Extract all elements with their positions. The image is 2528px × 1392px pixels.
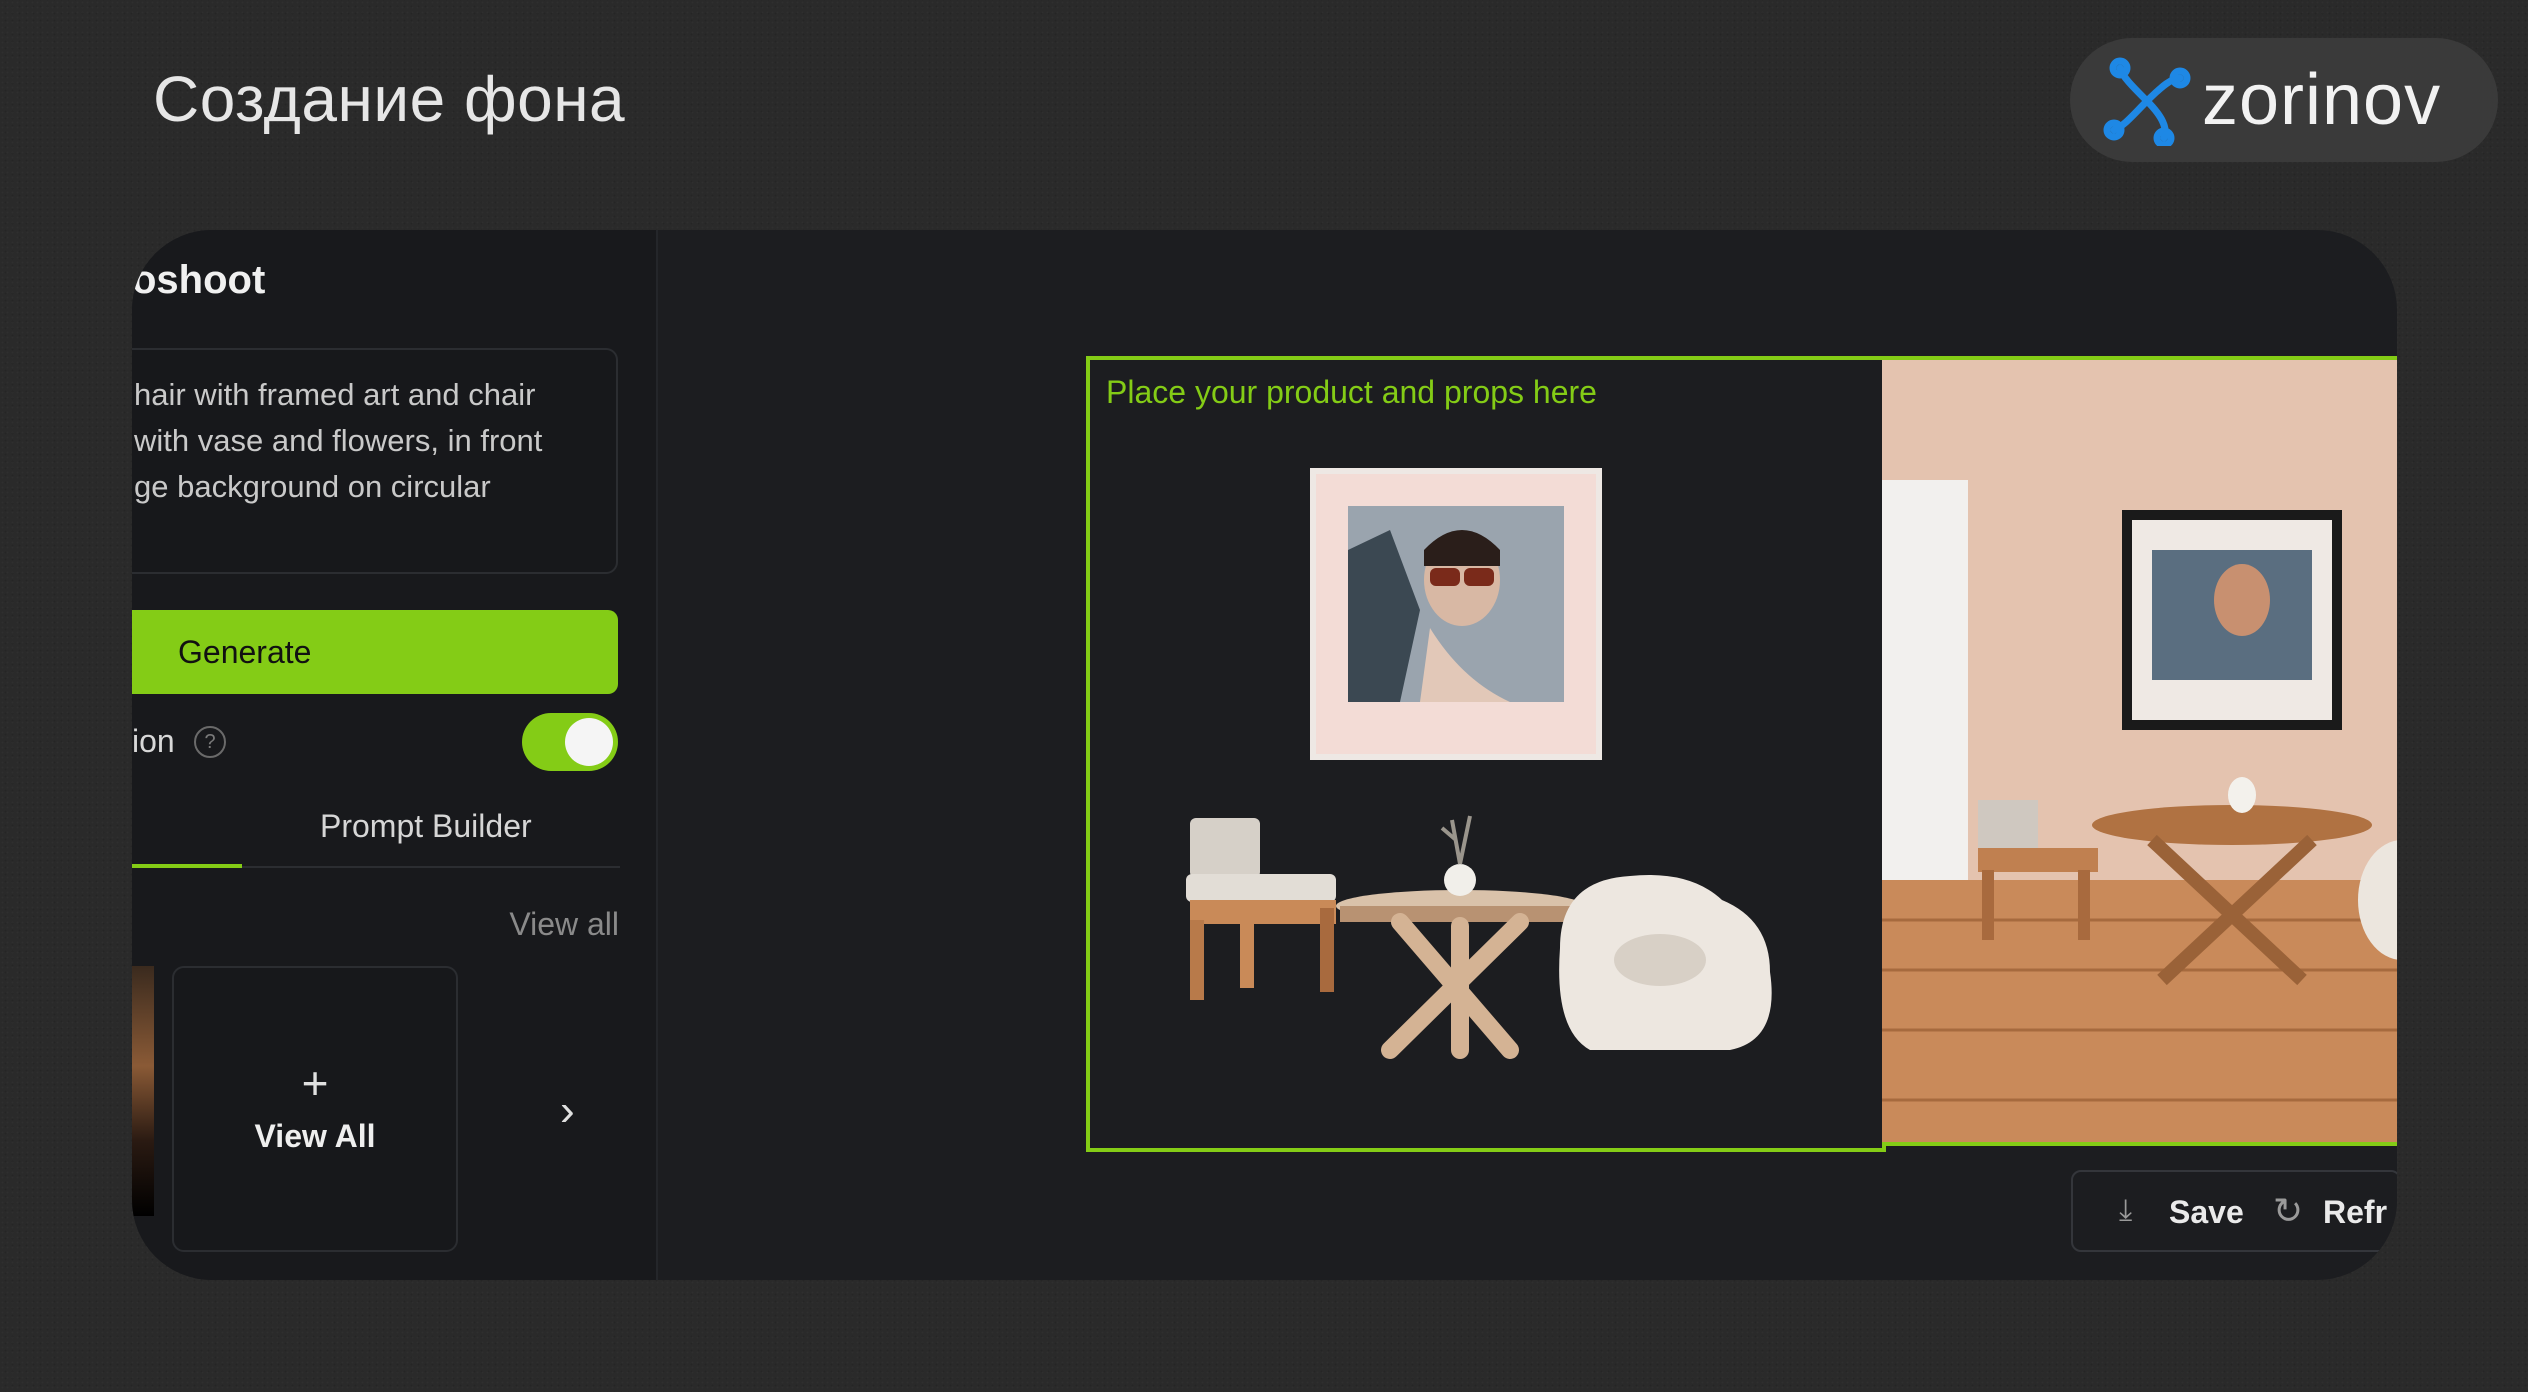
tab-prompt-builder[interactable]: Prompt Builder — [320, 808, 532, 845]
generate-label: Generate — [178, 633, 312, 670]
refresh-icon[interactable]: ↻ — [2273, 1190, 2303, 1232]
option-toggle[interactable] — [522, 713, 618, 771]
sidebar-title: oshoot — [132, 258, 266, 302]
prompt-text: hair with framed art and chair with vase… — [134, 377, 543, 504]
sidebar: oshoot hair with framed art and chair wi… — [132, 230, 658, 1280]
table-image — [1336, 815, 1584, 1059]
generate-button[interactable]: Generate — [132, 610, 618, 694]
tab-active[interactable] — [132, 800, 242, 868]
view-all-card[interactable]: + View All — [172, 966, 458, 1252]
image-action-bar: ⤓ Save ↻ Refr — [2071, 1170, 2397, 1252]
product-canvas[interactable]: Place your product and props here — [1086, 356, 1886, 1152]
plus-icon: + — [301, 1057, 329, 1109]
chair-image — [1186, 818, 1336, 1000]
option-row: ion ? — [132, 713, 620, 773]
brand-badge: zorinov — [2070, 38, 2498, 162]
preview-scene — [1882, 360, 2397, 1142]
option-label: ion — [132, 723, 175, 759]
view-all-card-label: View All — [254, 1118, 376, 1154]
download-icon[interactable]: ⤓ — [2119, 1194, 2132, 1228]
app-window: oshoot hair with framed art and chair wi… — [132, 230, 2397, 1280]
prompt-textarea[interactable]: hair with framed art and chair with vase… — [132, 348, 618, 574]
refresh-button[interactable]: Refr — [2323, 1194, 2387, 1231]
framed-art-image — [1310, 468, 1602, 760]
tab-bar: Prompt Builder — [132, 800, 620, 868]
page-title: Создание фона — [153, 63, 626, 135]
view-all-link[interactable]: View all — [509, 906, 619, 943]
props-illustration[interactable] — [1090, 360, 1882, 1148]
template-thumbnail[interactable] — [132, 966, 154, 1216]
save-button[interactable]: Save — [2169, 1194, 2244, 1231]
zorinov-logo-icon — [2103, 57, 2191, 146]
chevron-right-icon[interactable]: › — [560, 1086, 575, 1136]
toggle-knob — [565, 718, 613, 766]
help-icon[interactable]: ? — [194, 726, 226, 758]
brand-name: zorinov — [2202, 60, 2442, 140]
armchair-image — [1559, 875, 1772, 1050]
generated-preview-image[interactable] — [1882, 356, 2397, 1146]
